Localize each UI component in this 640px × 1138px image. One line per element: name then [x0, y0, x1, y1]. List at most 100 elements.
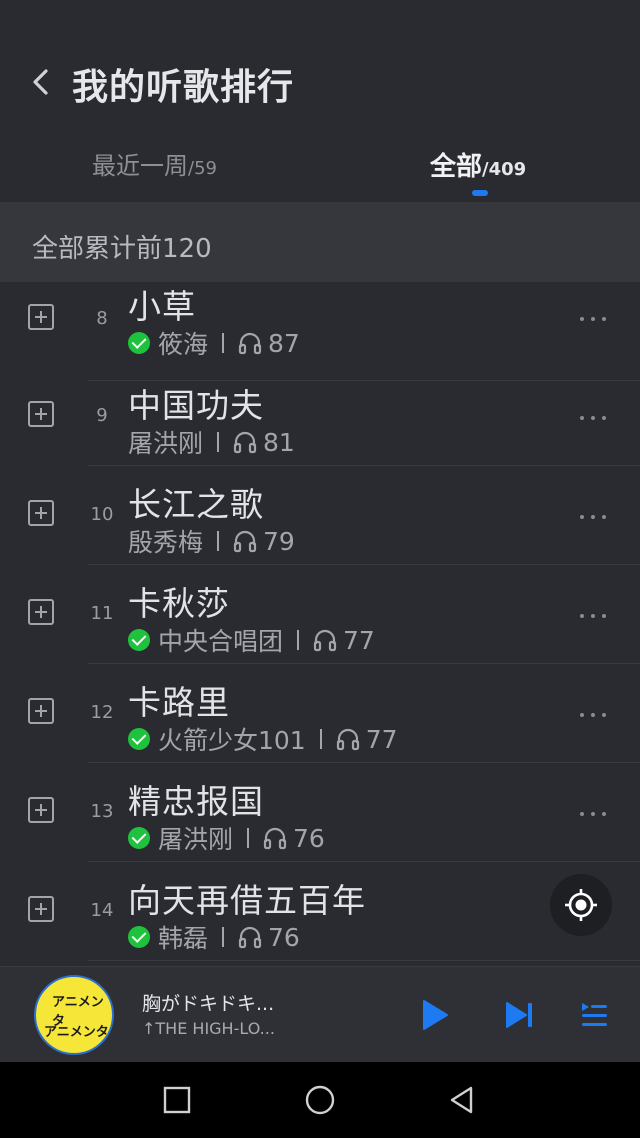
tab-indicator: [472, 190, 488, 196]
song-title: 卡秋莎: [128, 584, 230, 623]
artist-name: 火箭少女101: [158, 726, 306, 755]
add-icon[interactable]: [28, 500, 54, 526]
song-meta: 屠洪刚 81: [128, 427, 295, 459]
verified-icon: [128, 728, 150, 750]
add-icon[interactable]: [28, 401, 54, 427]
skip-next-icon: [506, 1002, 532, 1028]
list-item[interactable]: 12 卡路里 火箭少女101 77: [0, 664, 640, 763]
artist-name: 筱海: [158, 330, 209, 359]
verified-icon: [128, 926, 150, 948]
list-item[interactable]: 14 向天再借五百年 韩磊 76: [0, 862, 640, 961]
play-count: 76: [268, 922, 300, 952]
play-count: 87: [268, 328, 300, 358]
playlist-icon: [582, 1003, 607, 1026]
song-title: 小草: [128, 287, 196, 326]
rank-number: 12: [90, 702, 114, 723]
song-title: 长江之歌: [128, 485, 264, 524]
divider: [217, 531, 220, 551]
more-dots-icon[interactable]: [580, 512, 610, 522]
headphones-icon: [263, 827, 287, 850]
rank-number: 8: [96, 308, 108, 329]
list-item[interactable]: 11 卡秋莎 中央合唱团 77: [0, 565, 640, 664]
song-title: 精忠报国: [128, 782, 264, 821]
song-title: 卡路里: [128, 683, 230, 722]
list-item[interactable]: 10 长江之歌 殷秀梅 79: [0, 466, 640, 565]
more-dots-icon[interactable]: [580, 710, 610, 720]
play-count: 79: [263, 526, 295, 556]
verified-icon: [128, 827, 150, 849]
more-dots-icon[interactable]: [580, 413, 610, 423]
divider: [217, 432, 220, 452]
locate-button[interactable]: [550, 874, 612, 936]
song-meta: 火箭少女101 77: [128, 724, 398, 755]
add-icon[interactable]: [28, 304, 54, 330]
play-icon: [423, 1000, 448, 1030]
more-dots-icon[interactable]: [580, 314, 610, 324]
more-dots-icon[interactable]: [580, 611, 610, 621]
song-meta: 屠洪刚 76: [128, 823, 325, 854]
song-list: 8 小草 筱海 87 9 中国功夫 屠洪刚 81 10 长江之歌 殷秀梅 79 …: [0, 282, 640, 966]
back-button[interactable]: [22, 62, 62, 102]
headphones-icon: [313, 629, 337, 652]
song-meta: 筱海 87: [128, 328, 300, 359]
system-back-button[interactable]: [446, 1084, 478, 1116]
artist-name: 殷秀梅: [128, 528, 204, 557]
tab-count: /59: [188, 158, 217, 179]
tab-label: 全部: [430, 152, 483, 182]
add-icon[interactable]: [28, 896, 54, 922]
tab-all[interactable]: 全部/409: [430, 146, 526, 183]
rank-number: 9: [96, 405, 108, 426]
section-label: 全部累计前120: [32, 234, 212, 264]
divider: [297, 630, 300, 650]
tab-count: /409: [482, 159, 527, 180]
more-dots-icon[interactable]: [580, 809, 610, 819]
headphones-icon: [336, 728, 359, 751]
headphones-icon: [233, 431, 257, 454]
song-meta: 韩磊 76: [128, 922, 300, 953]
list-item[interactable]: 9 中国功夫 屠洪刚 81: [0, 367, 640, 466]
home-button[interactable]: [304, 1084, 336, 1116]
next-button[interactable]: [502, 997, 538, 1033]
song-meta: 中央合唱团 77: [128, 625, 375, 656]
play-count: 77: [343, 625, 375, 655]
square-icon: [163, 1086, 191, 1114]
verified-icon: [128, 629, 150, 651]
verified-icon: [128, 332, 150, 354]
song-title: 向天再借五百年: [128, 881, 366, 920]
divider: [319, 729, 322, 749]
play-button[interactable]: [416, 997, 452, 1033]
add-icon[interactable]: [28, 698, 54, 724]
tab-label: 最近一周: [92, 152, 188, 180]
list-item[interactable]: 13 精忠报国 屠洪刚 76: [0, 763, 640, 862]
now-playing-title: 胸がドキドキ...: [142, 993, 275, 1015]
divider: [247, 828, 250, 848]
album-cover[interactable]: アニメンタ アニメンタ: [34, 975, 114, 1055]
play-count: 81: [263, 427, 295, 457]
now-playing-artist: ↑THE HIGH-LO...: [142, 1019, 275, 1038]
chevron-left-icon: [33, 69, 48, 95]
recent-apps-button[interactable]: [161, 1084, 193, 1116]
mini-player[interactable]: アニメンタ アニメンタ 胸がドキドキ... ↑THE HIGH-LO...: [0, 966, 640, 1062]
add-icon[interactable]: [28, 599, 54, 625]
triangle-back-icon: [450, 1086, 473, 1114]
add-icon[interactable]: [28, 797, 54, 823]
cover-text: アニメンタ: [44, 1025, 109, 1040]
tab-recent-week[interactable]: 最近一周/59: [92, 146, 217, 181]
circle-icon: [305, 1085, 335, 1115]
headphones-icon: [238, 926, 262, 949]
artist-name: 韩磊: [158, 924, 209, 953]
song-title: 中国功夫: [128, 386, 264, 425]
rank-number: 10: [90, 504, 114, 525]
play-count: 76: [293, 823, 325, 853]
divider: [222, 333, 225, 353]
headphones-icon: [238, 332, 262, 355]
artist-name: 屠洪刚: [128, 429, 204, 458]
song-meta: 殷秀梅 79: [128, 526, 295, 558]
section-bar: 全部累计前120: [0, 202, 640, 282]
rank-number: 14: [90, 900, 114, 921]
queue-button[interactable]: [576, 997, 612, 1033]
system-nav-bar: [0, 1062, 640, 1138]
headphones-icon: [233, 530, 257, 553]
row-divider: [88, 960, 640, 961]
divider: [222, 927, 225, 947]
